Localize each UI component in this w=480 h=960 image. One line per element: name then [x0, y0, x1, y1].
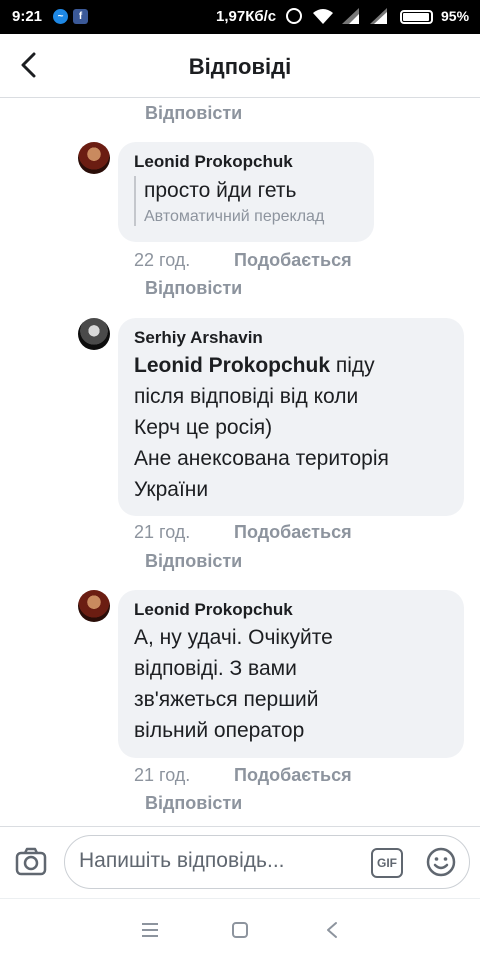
square-icon — [232, 922, 248, 938]
comment-text: просто йди геть — [144, 179, 297, 202]
comment-bubble[interactable]: Serhiy Arshavin Leonid Prokopchuk піду п… — [118, 318, 464, 516]
comment-text: Leonid Prokopchuk піду після відповіді в… — [134, 350, 448, 505]
gif-button[interactable]: GIF — [371, 848, 403, 878]
status-time: 9:21 — [12, 8, 43, 25]
app-header: Відповіді — [0, 34, 480, 98]
camera-icon — [15, 847, 47, 876]
replies-thread[interactable]: Відповісти Leonid Prokopchuk просто йди … — [0, 98, 480, 826]
reply-link[interactable]: Відповісти — [145, 793, 242, 814]
reply-placeholder: Напишіть відповідь... — [79, 849, 285, 872]
comment-author[interactable]: Leonid Prokopchuk — [134, 152, 358, 172]
facebook-icon: f — [73, 9, 88, 24]
reply-link[interactable]: Відповісти — [145, 551, 242, 572]
like-button[interactable]: Подобається — [234, 522, 352, 543]
wifi-icon — [313, 9, 333, 24]
page-title: Відповіді — [188, 54, 292, 79]
reply-composer: Напишіть відповідь... GIF — [0, 826, 480, 898]
reply-input[interactable]: Напишіть відповідь... GIF — [64, 835, 470, 889]
avatar[interactable] — [78, 142, 110, 174]
avatar[interactable] — [78, 318, 110, 350]
comment-text: А, ну удачі. Очікуйте відповіді. З вами … — [134, 626, 333, 742]
nav-home-button[interactable] — [227, 917, 253, 943]
smiley-icon — [426, 847, 456, 877]
comment-time: 21 год. — [134, 522, 191, 542]
camera-button[interactable] — [14, 845, 48, 879]
comment-time: 21 год. — [134, 765, 191, 785]
reply-link[interactable]: Відповісти — [145, 103, 242, 124]
battery-icon — [400, 10, 433, 24]
like-button[interactable]: Подобається — [234, 250, 352, 271]
battery-percent: 95% — [441, 8, 470, 24]
emoji-button[interactable] — [425, 846, 457, 878]
alarm-icon — [286, 8, 302, 24]
battery-level — [403, 13, 429, 21]
comment-bubble[interactable]: Leonid Prokopchuk просто йди геть Автома… — [118, 142, 374, 242]
signal-icon-2 — [370, 8, 387, 24]
comment-bubble[interactable]: Leonid Prokopchuk А, ну удачі. Очікуйте … — [118, 590, 464, 758]
avatar[interactable] — [78, 590, 110, 622]
comment-author[interactable]: Leonid Prokopchuk — [134, 600, 448, 620]
nav-back-button[interactable] — [319, 917, 345, 943]
comment-author[interactable]: Serhiy Arshavin — [134, 328, 448, 348]
triangle-back-icon — [327, 922, 337, 938]
network-speed: 1,97Кб/с — [216, 8, 277, 25]
translated-block: просто йди геть Автоматичний переклад — [134, 176, 358, 226]
signal-icon — [342, 8, 359, 24]
reply-link[interactable]: Відповісти — [145, 278, 242, 299]
menu-icon — [142, 923, 158, 937]
auto-translation-note[interactable]: Автоматичний переклад — [144, 208, 358, 226]
comment-time: 22 год. — [134, 250, 191, 270]
system-nav-bar — [0, 898, 480, 960]
nav-menu-button[interactable] — [137, 917, 163, 943]
like-button[interactable]: Подобається — [234, 765, 352, 786]
mention-link[interactable]: Leonid Prokopchuk — [134, 354, 330, 377]
status-bar: 9:21 ~ f 1,97Кб/с 95% — [0, 0, 480, 34]
messenger-icon: ~ — [53, 9, 68, 24]
